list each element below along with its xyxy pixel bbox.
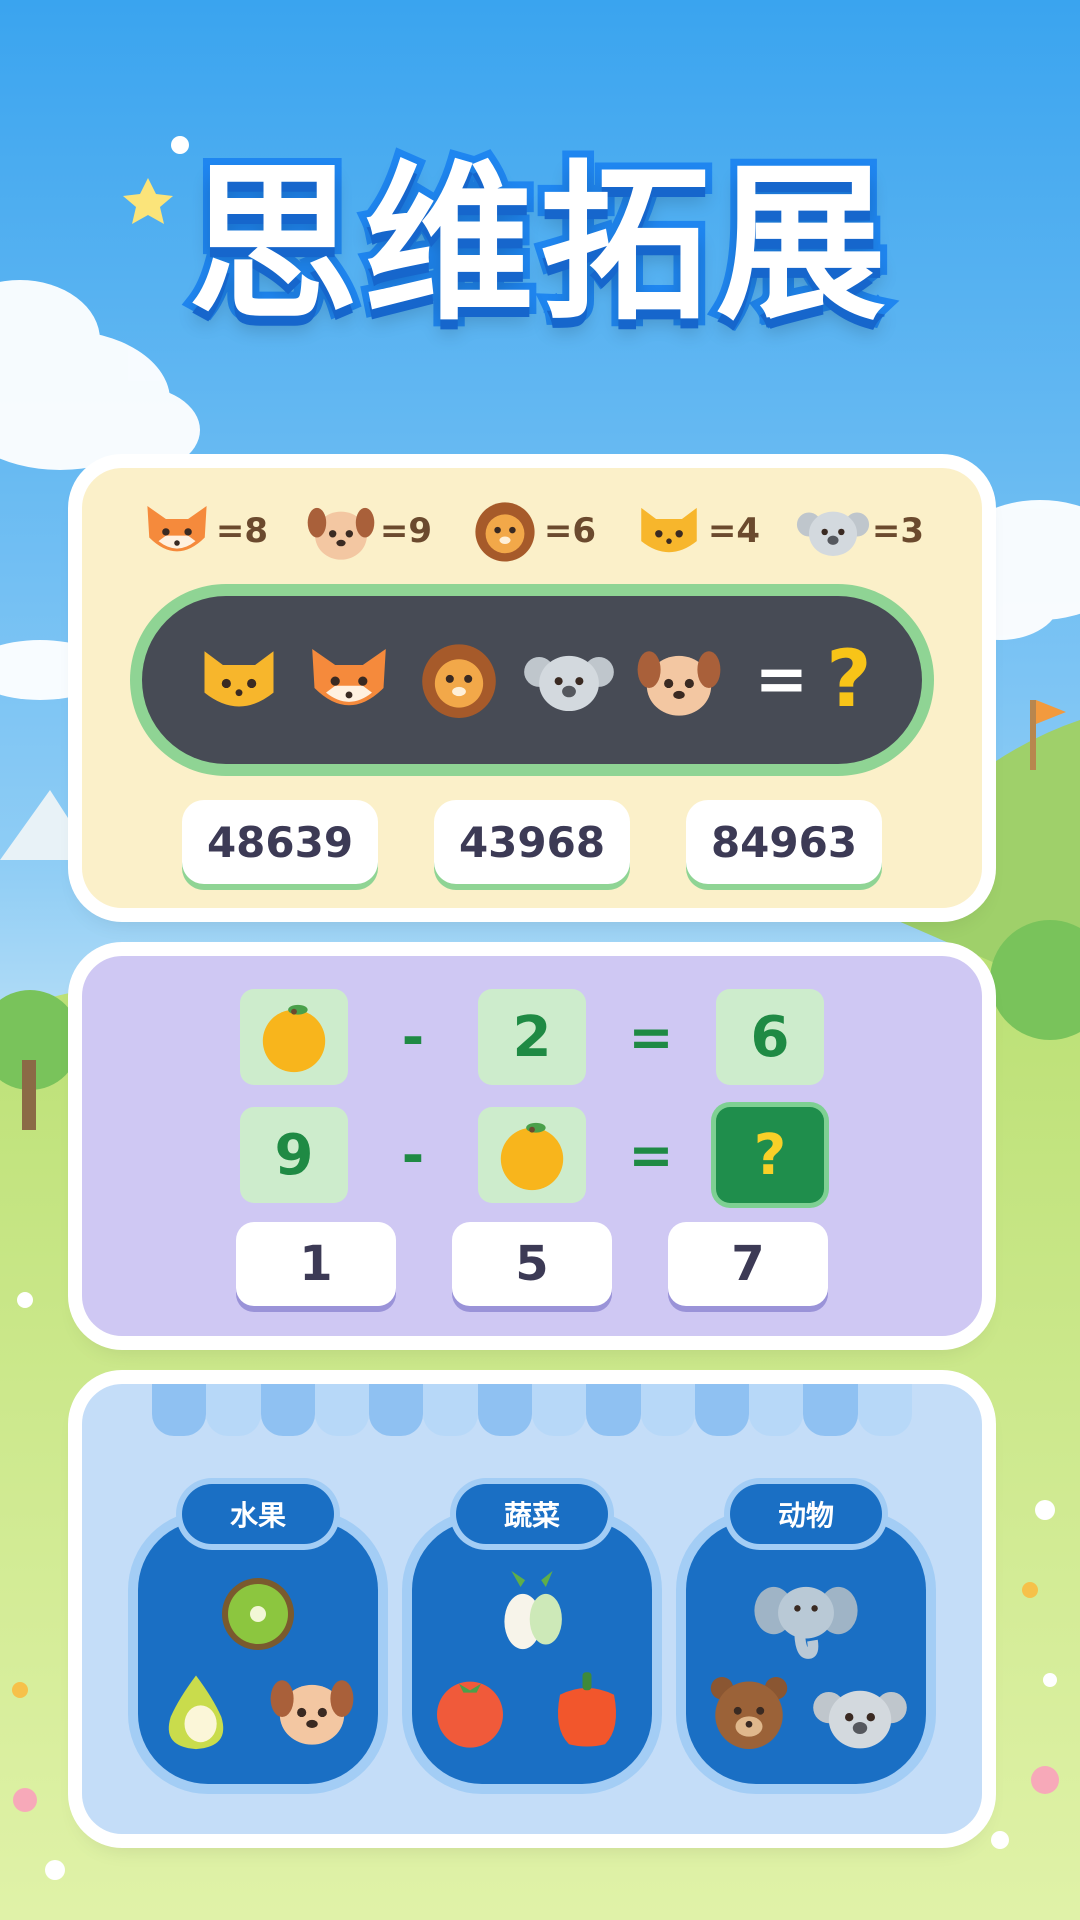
equation-row: 9 - = ? [82,1096,982,1214]
koala-icon[interactable] [812,1674,908,1758]
legend-value: =3 [871,511,925,551]
equation-grid: - 2 = 6 9 - = ? [82,978,982,1214]
cat-icon [641,507,697,553]
answer-option-button[interactable]: 84963 [686,800,882,884]
category-jar-vegetable[interactable]: 蔬菜 [412,1484,652,1784]
unknown-result-cell: ? [716,1107,824,1203]
elephant-icon[interactable] [752,1574,860,1660]
question-mark: ? [826,635,872,725]
legend-item-fox: =8 [140,498,268,564]
legend-value: =9 [379,511,433,551]
number-cell: 2 [478,989,586,1085]
shop-awning [152,1384,912,1436]
pepper-icon[interactable] [542,1660,632,1752]
equals-sign: = [754,643,809,717]
dog-icon[interactable] [266,1668,358,1750]
answer-options: 1 5 7 [82,1222,982,1306]
answer-option-button[interactable]: 5 [452,1222,612,1306]
kiwi-icon[interactable] [218,1574,298,1654]
orange-icon [500,1122,564,1191]
equation-row: - 2 = 6 [82,978,982,1096]
legend-value: =6 [543,511,597,551]
jar-label: 水果 [182,1484,334,1544]
animal-value-legend: =8 =9 =6 =4 =3 [82,498,982,564]
category-jar-fruit[interactable]: 水果 [138,1484,378,1784]
jar-items [686,1564,926,1774]
koala-icon [523,655,614,712]
bear-icon[interactable] [704,1668,794,1758]
jar-items [138,1564,378,1774]
number-cell: 9 [240,1107,348,1203]
jar-label: 动物 [730,1484,882,1544]
equals-sign: = [628,1005,674,1069]
animal-equation-bar: = ? [142,596,922,764]
dog-icon [307,507,375,560]
radish-icon[interactable] [486,1564,578,1656]
category-jars: 水果 蔬菜 动物 [82,1484,982,1784]
orange-icon [262,1004,326,1073]
fox-icon [147,506,207,552]
legend-value: =4 [707,511,761,551]
orange-cell [240,989,348,1085]
page-title: 思维拓展 [181,146,893,344]
legend-item-dog: =9 [304,498,432,564]
jar-label: 蔬菜 [456,1484,608,1544]
legend-item-cat: =4 [632,498,760,564]
result-cell: 6 [716,989,824,1085]
jar-items [412,1564,652,1774]
legend-item-koala: =3 [796,498,924,564]
equals-sign: = [628,1123,674,1187]
answer-option-button[interactable]: 43968 [434,800,630,884]
minus-sign: - [401,1005,425,1069]
legend-value: =8 [215,511,269,551]
legend-item-lion: =6 [468,498,596,564]
tomato-icon[interactable] [426,1664,514,1752]
lion-icon [421,644,496,718]
fruit-math-puzzle-panel: - 2 = 6 9 - = ? 1 5 7 [82,956,982,1336]
fox-icon [311,648,386,706]
orange-cell [478,1107,586,1203]
dog-icon [637,651,720,716]
lion-icon [475,502,535,562]
answer-option-button[interactable]: 1 [236,1222,396,1306]
pear-icon[interactable] [150,1664,242,1756]
answer-option-button[interactable]: 7 [668,1222,828,1306]
answer-option-button[interactable]: 48639 [182,800,378,884]
koala-icon [796,511,869,556]
minus-sign: - [401,1123,425,1187]
classification-puzzle-panel: 水果 蔬菜 动物 [82,1384,982,1834]
category-jar-animal[interactable]: 动物 [686,1484,926,1784]
answer-options: 48639 43968 84963 [82,800,982,884]
cat-icon [204,651,274,707]
animal-code-puzzle-panel: =8 =9 =6 =4 =3 = ? 48639 43968 84963 [82,468,982,908]
